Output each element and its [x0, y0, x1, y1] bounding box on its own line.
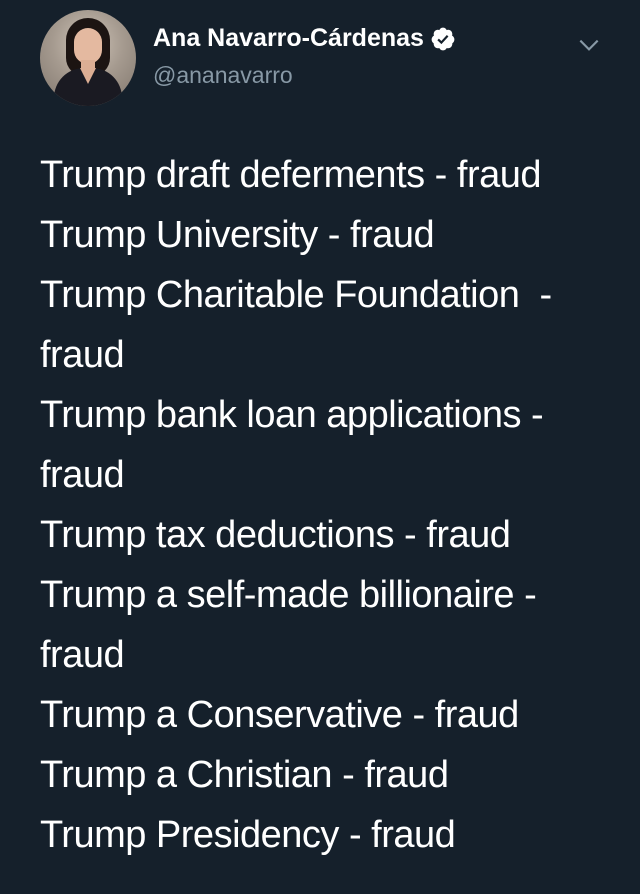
author-display-name[interactable]: Ana Navarro-Cárdenas	[153, 24, 424, 53]
tweet-header: Ana Navarro-Cárdenas @ananavarro	[40, 10, 610, 106]
tweet-text: Trump draft deferments - fraud Trump Uni…	[40, 145, 620, 865]
author-handle[interactable]: @ananavarro	[153, 62, 293, 89]
author-name-row: Ana Navarro-Cárdenas	[153, 24, 456, 53]
avatar[interactable]	[40, 10, 136, 106]
tweet-text-line: Trump Presidency - fraud	[40, 814, 456, 856]
tweet-text-line: Trump draft deferments - fraud	[40, 154, 542, 196]
tweet-text-line: Trump a self-made billionaire -	[40, 574, 537, 616]
tweet-text-line: Trump Charitable Foundation -	[40, 274, 552, 316]
tweet-text-line: fraud	[40, 634, 125, 676]
tweet: Ana Navarro-Cárdenas @ananavarro Trump d…	[0, 0, 640, 894]
tweet-text-line: Trump University - fraud	[40, 214, 435, 256]
tweet-text-line: Trump a Christian - fraud	[40, 754, 449, 796]
tweet-text-line: fraud	[40, 454, 125, 496]
tweet-text-line: fraud	[40, 334, 125, 376]
tweet-text-line: Trump a Conservative - fraud	[40, 694, 519, 736]
tweet-text-line: Trump bank loan applications -	[40, 394, 544, 436]
verified-badge-icon	[431, 27, 455, 50]
tweet-text-line: Trump tax deductions - fraud	[40, 514, 511, 556]
chevron-down-icon[interactable]	[576, 32, 602, 58]
